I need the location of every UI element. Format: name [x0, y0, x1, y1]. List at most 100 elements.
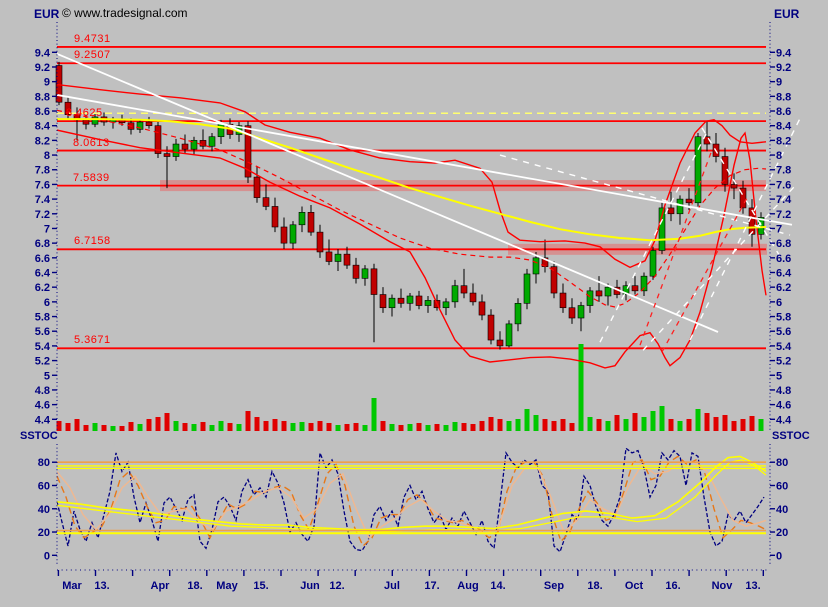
candle-body: [370, 268, 378, 295]
x-axis-label: Nov: [712, 580, 734, 592]
price-tick-label: 4.8: [35, 385, 50, 397]
candle-body: [559, 292, 567, 309]
indicator-tick-label: 80: [38, 457, 50, 469]
volume-bar: [713, 417, 719, 431]
indicator-tick-label: 60: [776, 480, 788, 492]
price-tick-label: 8.6: [35, 106, 50, 118]
price-tick-label: 8.8: [35, 91, 50, 103]
volume-bar: [254, 417, 260, 431]
x-axis-label: Aug: [457, 580, 478, 592]
price-level-label: 7.5839: [73, 171, 110, 184]
price-tick-label: 6.4: [776, 268, 792, 280]
volume-bar: [569, 423, 575, 431]
price-tick-label: 9.2: [776, 62, 791, 74]
volume-bar: [596, 419, 602, 431]
candle-body: [469, 292, 477, 303]
chart-canvas[interactable]: 9.4 9.4 9.2 9.2 9 9 8.8 8.8 8.6 8.6 8.4 8.4 8.2 8.2 8 8…: [0, 0, 828, 607]
price-tick-label: 5.6: [35, 326, 50, 338]
candle-body: [181, 143, 189, 150]
volume-bar: [245, 411, 251, 431]
x-axis-label: 16.: [665, 580, 680, 592]
price-tick-label: 4.4: [776, 414, 792, 426]
volume-bar: [218, 421, 224, 431]
candle-body: [208, 136, 216, 147]
price-tick-label: 4.8: [776, 385, 791, 397]
candle-body: [460, 285, 468, 294]
volume-bar: [650, 411, 656, 431]
price-axis-title-right: EUR: [774, 7, 800, 21]
volume-bar: [74, 419, 80, 431]
price-tick-label: 6.6: [776, 253, 791, 265]
x-axis-label: 17.: [424, 580, 439, 592]
candle-body: [253, 176, 261, 198]
volume-bar: [515, 419, 521, 431]
candle-body: [352, 264, 360, 279]
volume-bar: [326, 423, 332, 431]
price-tick-label: 6.2: [776, 282, 791, 294]
volume-bar: [443, 425, 449, 431]
x-axis-label: 15.: [253, 580, 268, 592]
volume-bar: [758, 419, 764, 431]
price-tick-label: 6: [44, 297, 50, 309]
x-axis-label: Apr: [151, 580, 171, 592]
volume-bar: [209, 425, 215, 431]
volume-bar: [299, 422, 305, 431]
price-tick-label: 9: [776, 77, 782, 89]
candle-body: [568, 307, 576, 319]
volume-bar: [380, 421, 386, 431]
volume-bar: [128, 422, 134, 431]
x-axis-label: Jul: [384, 580, 400, 592]
price-tick-label: 7: [44, 223, 50, 235]
candle-body: [478, 301, 486, 316]
volume-bar: [137, 424, 143, 431]
volume-bar: [164, 413, 170, 431]
candle-body: [631, 285, 639, 292]
price-level-label: 9.2507: [74, 49, 111, 62]
price-level-label: 6.7158: [74, 235, 111, 248]
candle-body: [361, 268, 369, 279]
candle-body: [424, 300, 432, 306]
volume-bar: [371, 398, 377, 431]
volume-bar: [281, 421, 287, 431]
x-axis-label: 18.: [187, 580, 202, 592]
price-tick-label: 7: [776, 223, 782, 235]
price-tick-label: 6.6: [35, 253, 50, 265]
candle-body: [334, 253, 342, 262]
volume-bar: [65, 423, 71, 431]
price-tick-label: 7.8: [776, 165, 791, 177]
candle-body: [649, 250, 657, 277]
candle-body: [595, 290, 603, 297]
indicator-tick-label: 20: [776, 527, 788, 539]
candle-body: [379, 294, 387, 309]
volume-bar: [353, 423, 359, 431]
price-tick-label: 9.4: [776, 47, 792, 59]
x-axis-label: 18.: [587, 580, 602, 592]
volume-bar: [749, 416, 755, 431]
candle-body: [442, 301, 450, 309]
indicator-tick-label: 0: [776, 550, 782, 562]
price-tick-label: 8.2: [35, 135, 50, 147]
volume-bar: [308, 423, 314, 431]
volume-bar: [173, 421, 179, 431]
price-level-label: 9.4731: [74, 32, 111, 45]
candle-body: [280, 226, 288, 244]
candle-body: [163, 153, 171, 157]
indicator-tick-label: 40: [38, 504, 50, 516]
price-tick-label: 8.4: [776, 121, 792, 133]
candle-body: [271, 206, 279, 228]
candle-body: [487, 314, 495, 341]
price-tick-label: 4.6: [35, 400, 50, 412]
price-tick-label: 8: [776, 150, 782, 162]
volume-bar: [119, 426, 125, 431]
candle-body: [397, 297, 405, 304]
indicator-tick-label: 20: [38, 527, 50, 539]
price-tick-label: 7.6: [35, 179, 50, 191]
price-tick-label: 5.2: [35, 356, 50, 368]
price-tick-label: 5: [776, 370, 782, 382]
x-axis-label: May: [216, 580, 238, 592]
price-level-label: 5.3671: [74, 334, 111, 347]
price-tick-label: 9.4: [35, 47, 51, 59]
volume-bar: [470, 424, 476, 431]
candle-body: [298, 212, 306, 226]
volume-bar: [506, 421, 512, 431]
